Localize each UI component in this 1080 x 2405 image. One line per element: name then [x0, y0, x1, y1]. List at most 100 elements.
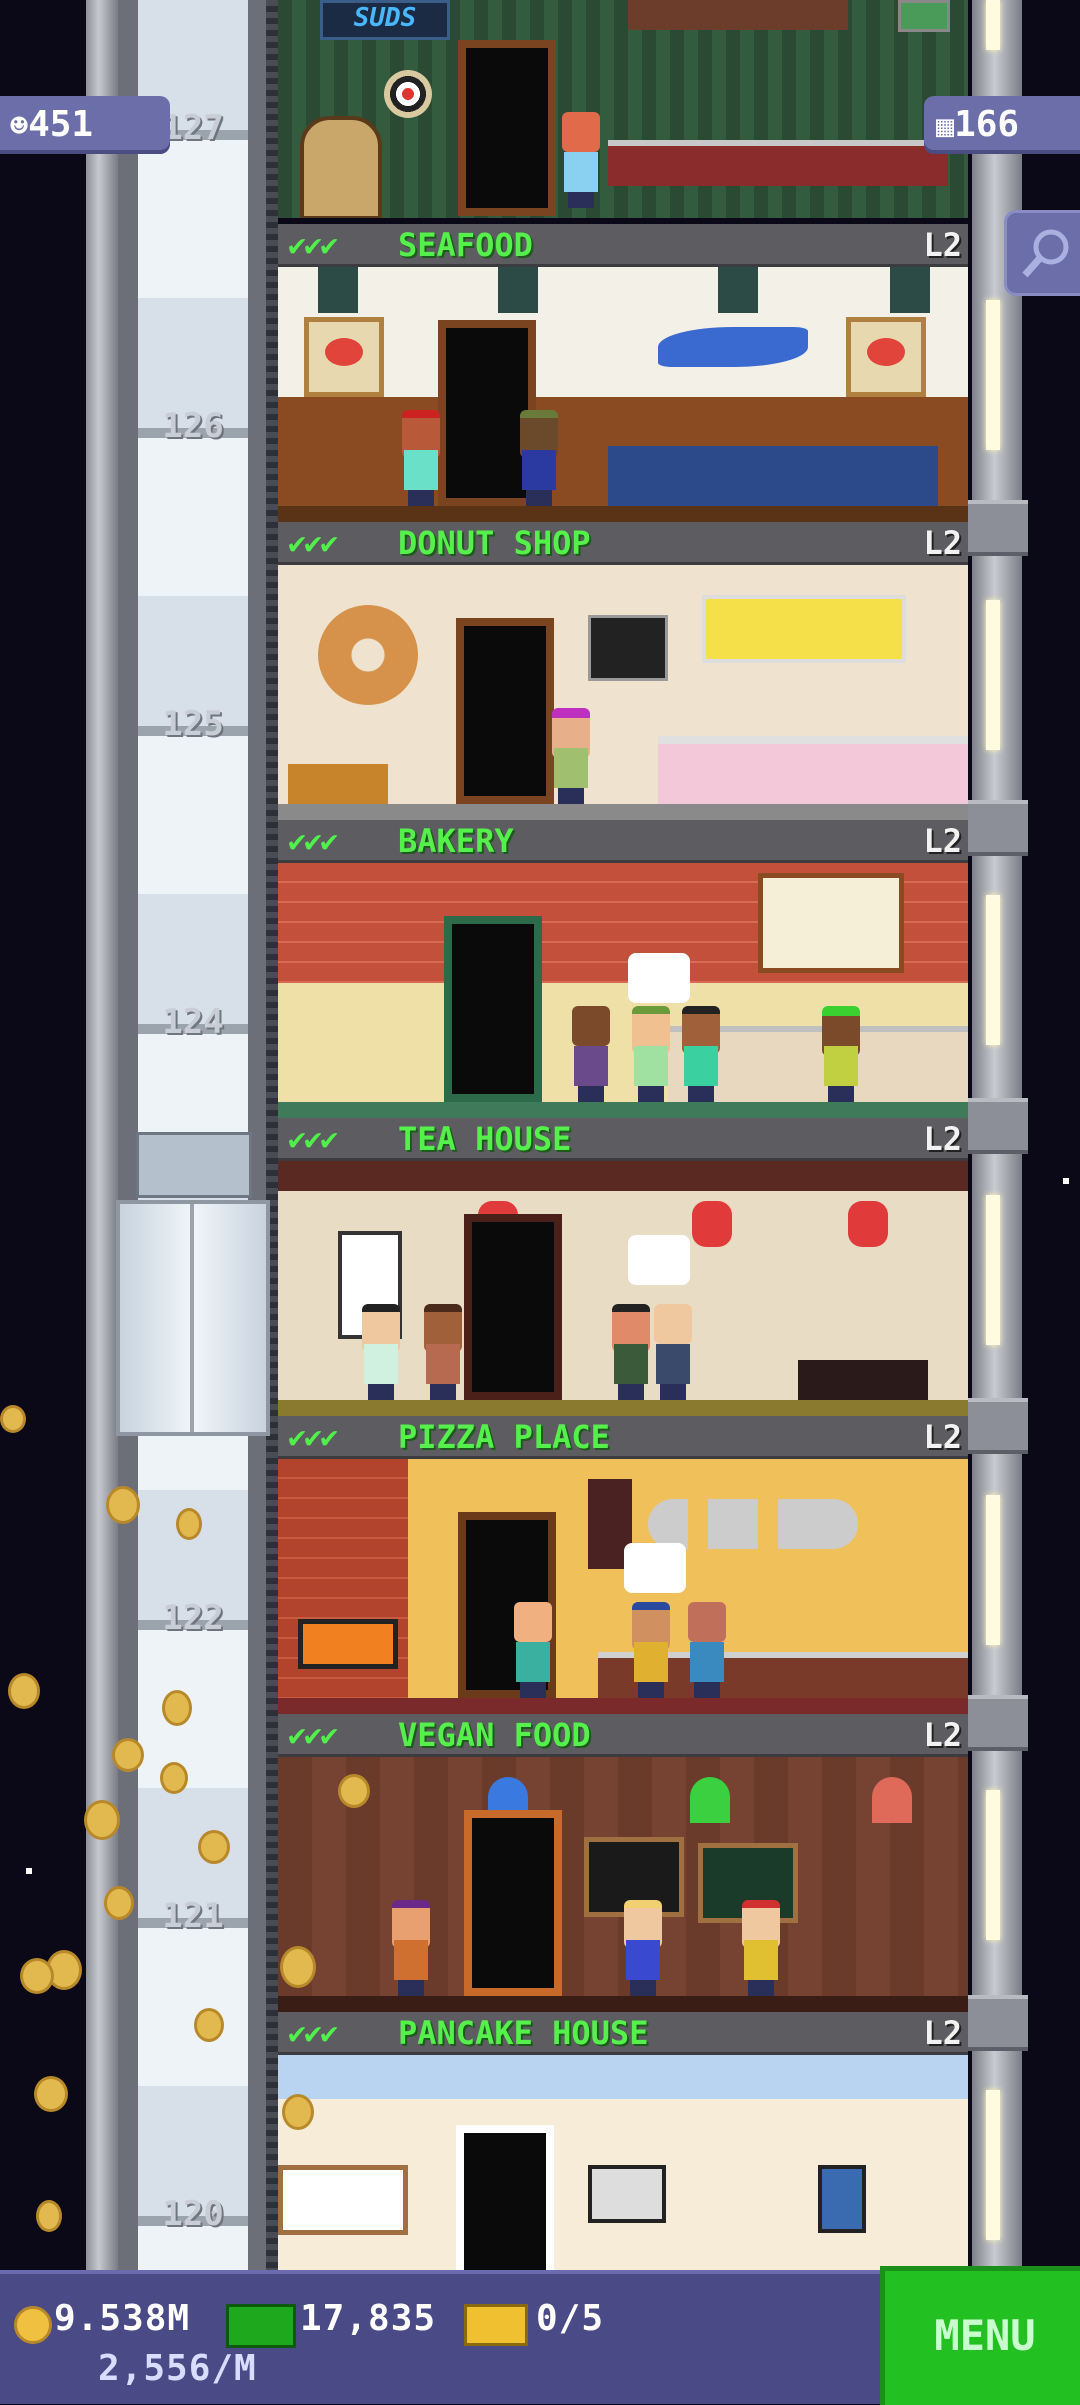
pizza-bubble-icon[interactable]	[624, 1543, 686, 1593]
person[interactable]	[358, 1304, 404, 1400]
lantern-icon	[890, 267, 930, 313]
display-case	[658, 736, 968, 804]
floor-interior	[278, 2055, 968, 2270]
coin-icon[interactable]	[280, 1946, 316, 1988]
price-sign	[702, 595, 906, 663]
person[interactable]	[628, 1006, 674, 1102]
check-icons: ✔✔✔	[288, 1122, 338, 1157]
coin-icon[interactable]	[84, 1800, 120, 1840]
elevator-pulley	[136, 1132, 252, 1198]
coin-icon[interactable]	[34, 2076, 68, 2112]
income-rate: 2,556/M	[98, 2348, 257, 2389]
ticket-icon[interactable]	[464, 2304, 528, 2346]
tea-table	[798, 1360, 928, 1400]
crab-frame-icon	[846, 317, 926, 397]
coin-icon[interactable]	[176, 1508, 202, 1540]
floor-title-bar: ✔✔✔ PANCAKE HOUSE L2	[278, 2012, 968, 2055]
floor-interior	[278, 1459, 968, 1716]
donut-icon	[318, 605, 418, 705]
bar-shelf	[628, 0, 848, 30]
coin-icon[interactable]	[8, 1673, 40, 1709]
person[interactable]	[738, 1900, 784, 1996]
floors-counter[interactable]: ▦166	[924, 96, 1080, 154]
floor-name: SEAFOOD	[398, 226, 533, 264]
person-icon: ☻	[10, 109, 29, 144]
floor-title-bar: ✔✔✔ PIZZA PLACE L2	[278, 1416, 968, 1459]
coin-icon[interactable]	[36, 2200, 62, 2232]
floor-level[interactable]: L2	[923, 1120, 962, 1158]
plates-decor	[648, 1499, 858, 1549]
floor-pizza-place[interactable]: ✔✔✔ PIZZA PLACE L2	[278, 1416, 968, 1716]
tower-joint	[968, 500, 1028, 556]
check-icons: ✔✔✔	[288, 228, 338, 263]
bux-value[interactable]: 17,835	[300, 2298, 436, 2339]
floor-interior	[278, 267, 968, 524]
floor-level[interactable]: L2	[923, 822, 962, 860]
menu-board	[588, 615, 668, 681]
person[interactable]	[620, 1900, 666, 1996]
coin-icon[interactable]	[106, 1486, 140, 1524]
floor-level[interactable]: L2	[923, 1716, 962, 1754]
floor-suds[interactable]: SUDS	[278, 0, 968, 220]
doorway	[456, 618, 554, 804]
floor-seafood[interactable]: ✔✔✔ SEAFOOD L2	[278, 224, 968, 524]
floor-tea-house[interactable]: ✔✔✔ TEA HOUSE L2	[278, 1118, 968, 1418]
menu-button[interactable]: MENU	[880, 2266, 1080, 2405]
person[interactable]	[516, 410, 562, 506]
pendant-lamp-icon	[690, 1777, 730, 1823]
coin-icon[interactable]	[112, 1738, 144, 1772]
doorway	[456, 2125, 554, 2270]
elevator-car[interactable]	[116, 1200, 270, 1436]
tower-joint	[968, 1098, 1028, 1154]
floor-title-bar: ✔✔✔ VEGAN FOOD L2	[278, 1714, 968, 1757]
floor-donut-shop[interactable]: ✔✔✔ DONUT SHOP L2	[278, 522, 968, 822]
person[interactable]	[608, 1304, 654, 1400]
coin-icon[interactable]	[20, 1958, 54, 1994]
tower-joint	[968, 1398, 1028, 1454]
bux-icon[interactable]	[226, 2304, 296, 2348]
teapot-bubble-icon[interactable]	[628, 1235, 690, 1285]
floor-level[interactable]: L2	[923, 2014, 962, 2052]
person[interactable]	[548, 708, 594, 804]
floor-level[interactable]: L2	[923, 226, 962, 264]
person[interactable]	[568, 1006, 614, 1102]
floor-title-bar: ✔✔✔ SEAFOOD L2	[278, 224, 968, 267]
person[interactable]	[628, 1602, 674, 1698]
coins-value: 9.538M	[54, 2298, 191, 2339]
elevator-floor-number: 122	[162, 1598, 224, 1638]
floor-level[interactable]: L2	[923, 1418, 962, 1456]
coin-icon[interactable]	[198, 1830, 230, 1864]
person[interactable]	[818, 1006, 864, 1102]
tickets-value[interactable]: 0/5	[536, 2298, 604, 2339]
person[interactable]	[678, 1006, 724, 1102]
floor-level[interactable]: L2	[923, 524, 962, 562]
coin-icon[interactable]	[282, 2094, 314, 2130]
floor-title-bar: ✔✔✔ TEA HOUSE L2	[278, 1118, 968, 1161]
menu-board	[758, 873, 904, 973]
person[interactable]	[558, 112, 604, 208]
coin-icon[interactable]	[338, 1774, 370, 1808]
floor-pancake-house[interactable]: ✔✔✔ PANCAKE HOUSE L2	[278, 2012, 968, 2270]
doorway	[444, 916, 542, 1102]
person[interactable]	[398, 410, 444, 506]
person[interactable]	[684, 1602, 730, 1698]
cookie-bubble-icon[interactable]	[628, 953, 690, 1003]
floor-bakery[interactable]: ✔✔✔ BAKERY L2	[278, 820, 968, 1120]
coin-icon[interactable]	[160, 1762, 188, 1794]
dartboard	[384, 70, 432, 118]
doorway	[464, 1810, 562, 1996]
floors-value: 166	[954, 104, 1020, 145]
person[interactable]	[510, 1602, 556, 1698]
building-icon: ▦	[936, 109, 955, 144]
person[interactable]	[388, 1900, 434, 1996]
floor-vegan-food[interactable]: ✔✔✔ VEGAN FOOD L2	[278, 1714, 968, 2014]
search-button[interactable]	[1004, 210, 1080, 296]
jukebox	[300, 116, 382, 218]
coin-icon[interactable]	[194, 2008, 224, 2042]
coin-icon[interactable]	[104, 1886, 134, 1920]
person[interactable]	[650, 1304, 696, 1400]
person[interactable]	[420, 1304, 466, 1400]
population-counter[interactable]: ☻451	[0, 96, 170, 154]
coin-icon[interactable]	[0, 1405, 26, 1433]
coin-icon[interactable]	[162, 1690, 192, 1726]
